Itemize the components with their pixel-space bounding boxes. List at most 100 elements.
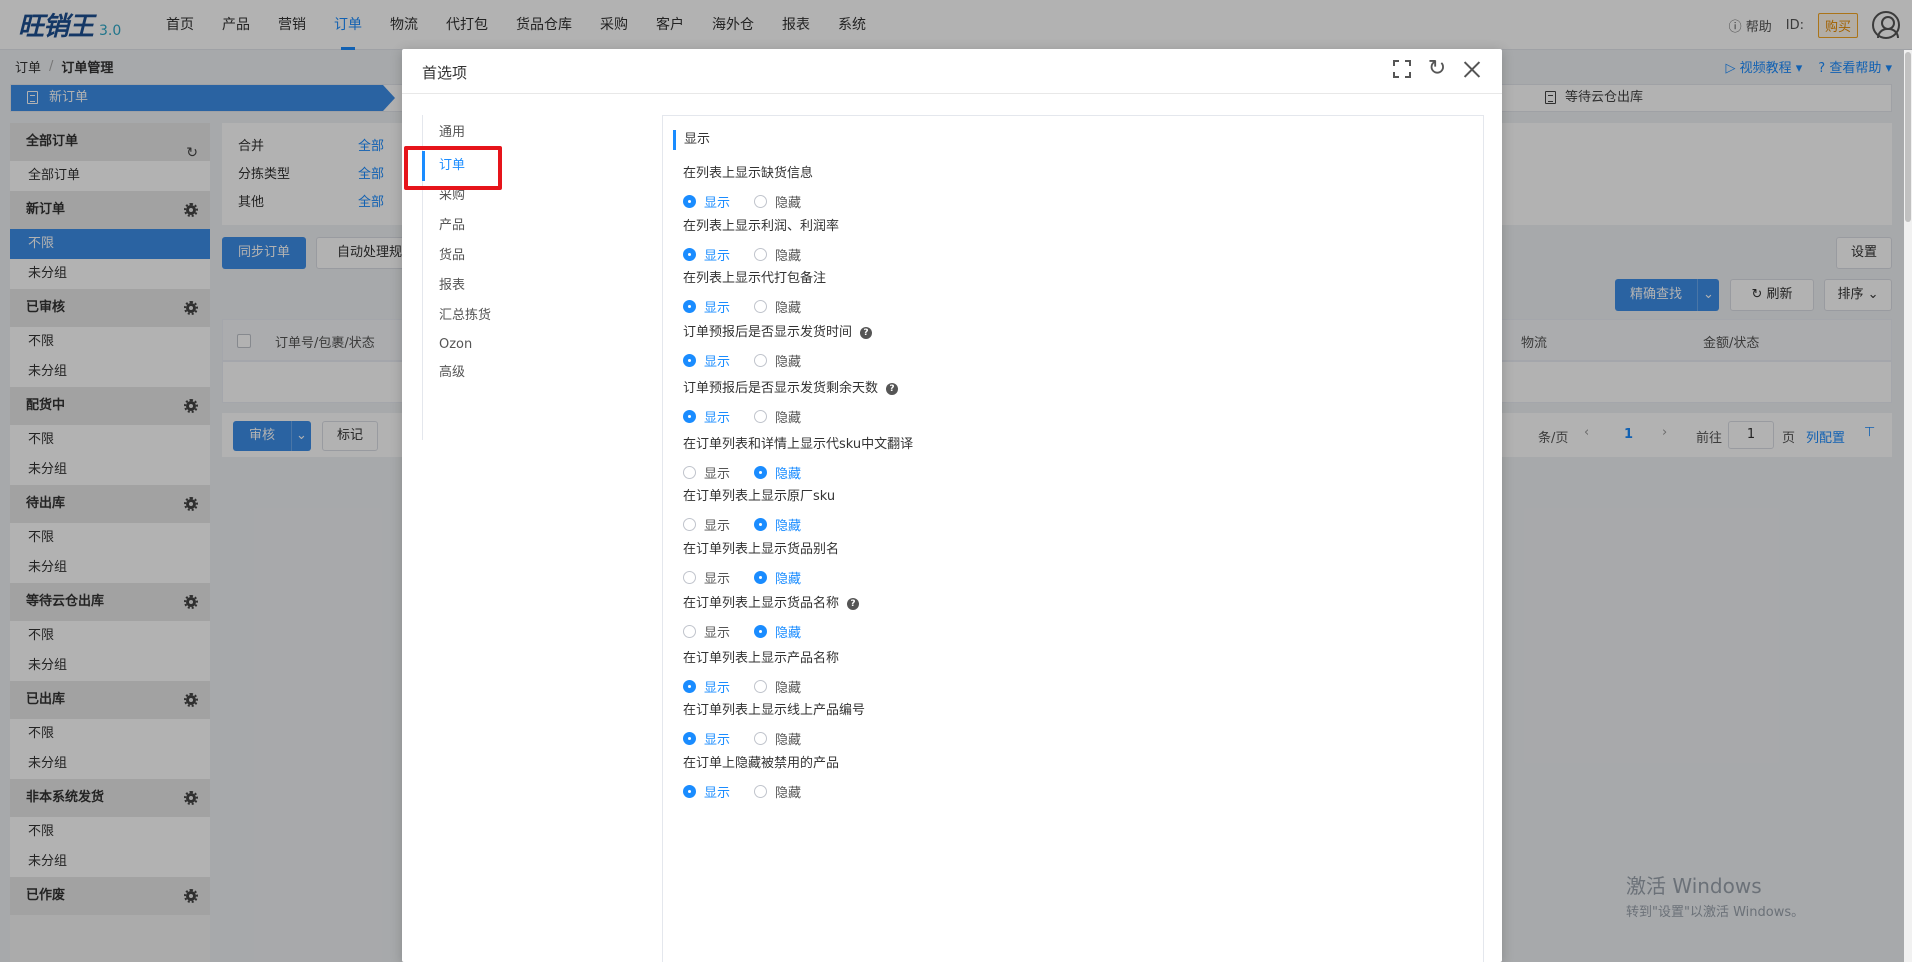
option-label-row: 在列表上显示代打包备注 [683,269,826,289]
preference-option: 在列表上显示缺货信息 显示 隐藏 [683,164,813,211]
radio-show[interactable]: 显示 [683,782,731,801]
radio-group: 显示 隐藏 [683,463,913,482]
radio-show[interactable]: 显示 [683,351,731,370]
radio-circle-icon[interactable] [683,517,696,531]
preferences-tab[interactable]: 产品 [422,211,662,241]
radio-circle-icon[interactable] [683,353,696,367]
preference-option: 在订单列表上显示货品名称? 显示 隐藏 [683,594,860,641]
radio-hide[interactable]: 隐藏 [754,407,801,426]
radio-hide[interactable]: 隐藏 [754,568,802,587]
radio-circle-icon[interactable] [754,247,768,261]
radio-show[interactable]: 显示 [683,192,730,211]
radio-circle-icon[interactable] [683,731,696,745]
radio-circle-icon[interactable] [683,570,696,584]
radio-show[interactable]: 显示 [683,407,730,426]
radio-hide[interactable]: 隐藏 [754,677,801,696]
radio-show[interactable]: 显示 [683,297,731,316]
radio-label: 显示 [704,732,731,748]
radio-circle-icon[interactable] [754,679,768,693]
radio-hide[interactable]: 隐藏 [754,515,801,534]
radio-label: 显示 [704,300,731,316]
option-label: 订单预报后是否显示发货时间 [683,325,853,340]
radio-label: 显示 [704,625,731,641]
radio-show[interactable]: 显示 [683,568,731,587]
radio-group: 显示 隐藏 [683,622,859,641]
radio-show[interactable]: 显示 [683,729,731,748]
radio-circle-icon[interactable] [683,247,696,261]
radio-circle-icon[interactable] [754,194,768,208]
radio-circle-icon[interactable] [754,570,768,584]
radio-group: 显示 隐藏 [683,568,839,587]
radio-circle-icon[interactable] [683,194,696,208]
section-title: 显示 [673,130,710,150]
preferences-dialog: 首选项 ↻ 通用 订单 采购 产品 货品 报表 汇总拣货 Ozon 高级 显示 在列表上显示缺货… [402,49,1502,962]
option-label: 在订单列表上显示线上产品编号 [683,703,866,718]
radio-label: 隐藏 [775,248,802,264]
radio-circle-icon[interactable] [754,299,768,313]
radio-circle-icon[interactable] [754,624,768,638]
radio-label: 显示 [704,518,731,534]
radio-hide[interactable]: 隐藏 [754,782,801,801]
radio-show[interactable]: 显示 [683,515,731,534]
dialog-header: 首选项 ↻ [402,49,1502,94]
option-label-row: 在订单列表上显示货品名称? [683,594,860,614]
preference-option: 在列表上显示利润、利润率 显示 隐藏 [683,217,839,264]
radio-circle-icon[interactable] [683,299,696,313]
page-scrollbar-thumb[interactable] [1905,52,1911,222]
radio-circle-icon[interactable] [754,731,768,745]
radio-circle-icon[interactable] [754,409,768,423]
preferences-tab[interactable]: 高级 [422,359,662,387]
close-icon[interactable] [1462,59,1482,79]
radio-hide[interactable]: 隐藏 [754,622,801,641]
help-icon[interactable]: ? [860,327,873,339]
refresh-icon[interactable]: ↻ [1426,58,1448,81]
option-label: 在订单上隐藏被禁用的产品 [683,756,840,771]
preferences-tab[interactable]: 货品 [422,241,662,271]
option-label: 在订单列表上显示原厂sku [683,489,836,504]
option-label: 在订单列表上显示货品名称 [683,596,840,611]
radio-hide[interactable]: 隐藏 [754,351,801,370]
radio-circle-icon[interactable] [754,465,768,479]
radio-group: 显示 隐藏 [683,192,813,211]
radio-label: 隐藏 [775,571,802,587]
radio-label: 显示 [704,785,731,801]
option-label: 在订单列表上显示货品别名 [683,542,840,557]
option-label-row: 在列表上显示缺货信息 [683,164,813,184]
radio-label: 显示 [704,571,731,587]
preferences-tab[interactable]: Ozon [422,331,662,359]
dialog-header-icons: ↻ [1392,58,1482,81]
fullscreen-icon[interactable] [1392,59,1412,79]
preferences-tab[interactable]: 报表 [422,271,662,301]
radio-circle-icon[interactable] [754,784,768,798]
radio-circle-icon[interactable] [683,465,696,479]
radio-show[interactable]: 显示 [683,245,731,264]
radio-circle-icon[interactable] [754,517,768,531]
radio-circle-icon[interactable] [754,353,768,367]
radio-hide[interactable]: 隐藏 [754,729,801,748]
preference-option: 在订单上隐藏被禁用的产品显示 隐藏 [683,754,839,801]
radio-show[interactable]: 显示 [683,622,731,641]
radio-circle-icon[interactable] [683,784,696,798]
help-icon[interactable]: ? [847,598,860,610]
help-icon[interactable]: ? [886,383,899,395]
radio-hide[interactable]: 隐藏 [754,245,802,264]
radio-label: 显示 [704,354,731,370]
option-label-row: 在订单列表上显示货品别名 [683,540,839,560]
option-label-row: 订单预报后是否显示发货时间? [683,323,873,343]
preference-option: 在订单列表和详情上显示代sku中文翻译 显示 隐藏 [683,435,913,482]
radio-hide[interactable]: 隐藏 [754,192,801,211]
radio-hide[interactable]: 隐藏 [754,297,801,316]
radio-circle-icon[interactable] [683,624,696,638]
radio-show[interactable]: 显示 [683,463,730,482]
radio-label: 显示 [704,248,731,264]
preference-option: 在订单列表上显示货品别名显示 隐藏 [683,540,839,587]
radio-circle-icon[interactable] [683,409,696,423]
preferences-tab[interactable]: 汇总拣货 [422,301,662,331]
radio-group: 显示 隐藏 [683,729,865,748]
radio-hide[interactable]: 隐藏 [754,463,801,482]
radio-group: 显示 隐藏 [683,782,839,801]
radio-show[interactable]: 显示 [683,677,730,696]
preference-option: 在订单列表上显示原厂sku 显示 隐藏 [683,487,836,534]
radio-circle-icon[interactable] [683,679,696,693]
option-label-row: 在订单上隐藏被禁用的产品 [683,754,839,774]
